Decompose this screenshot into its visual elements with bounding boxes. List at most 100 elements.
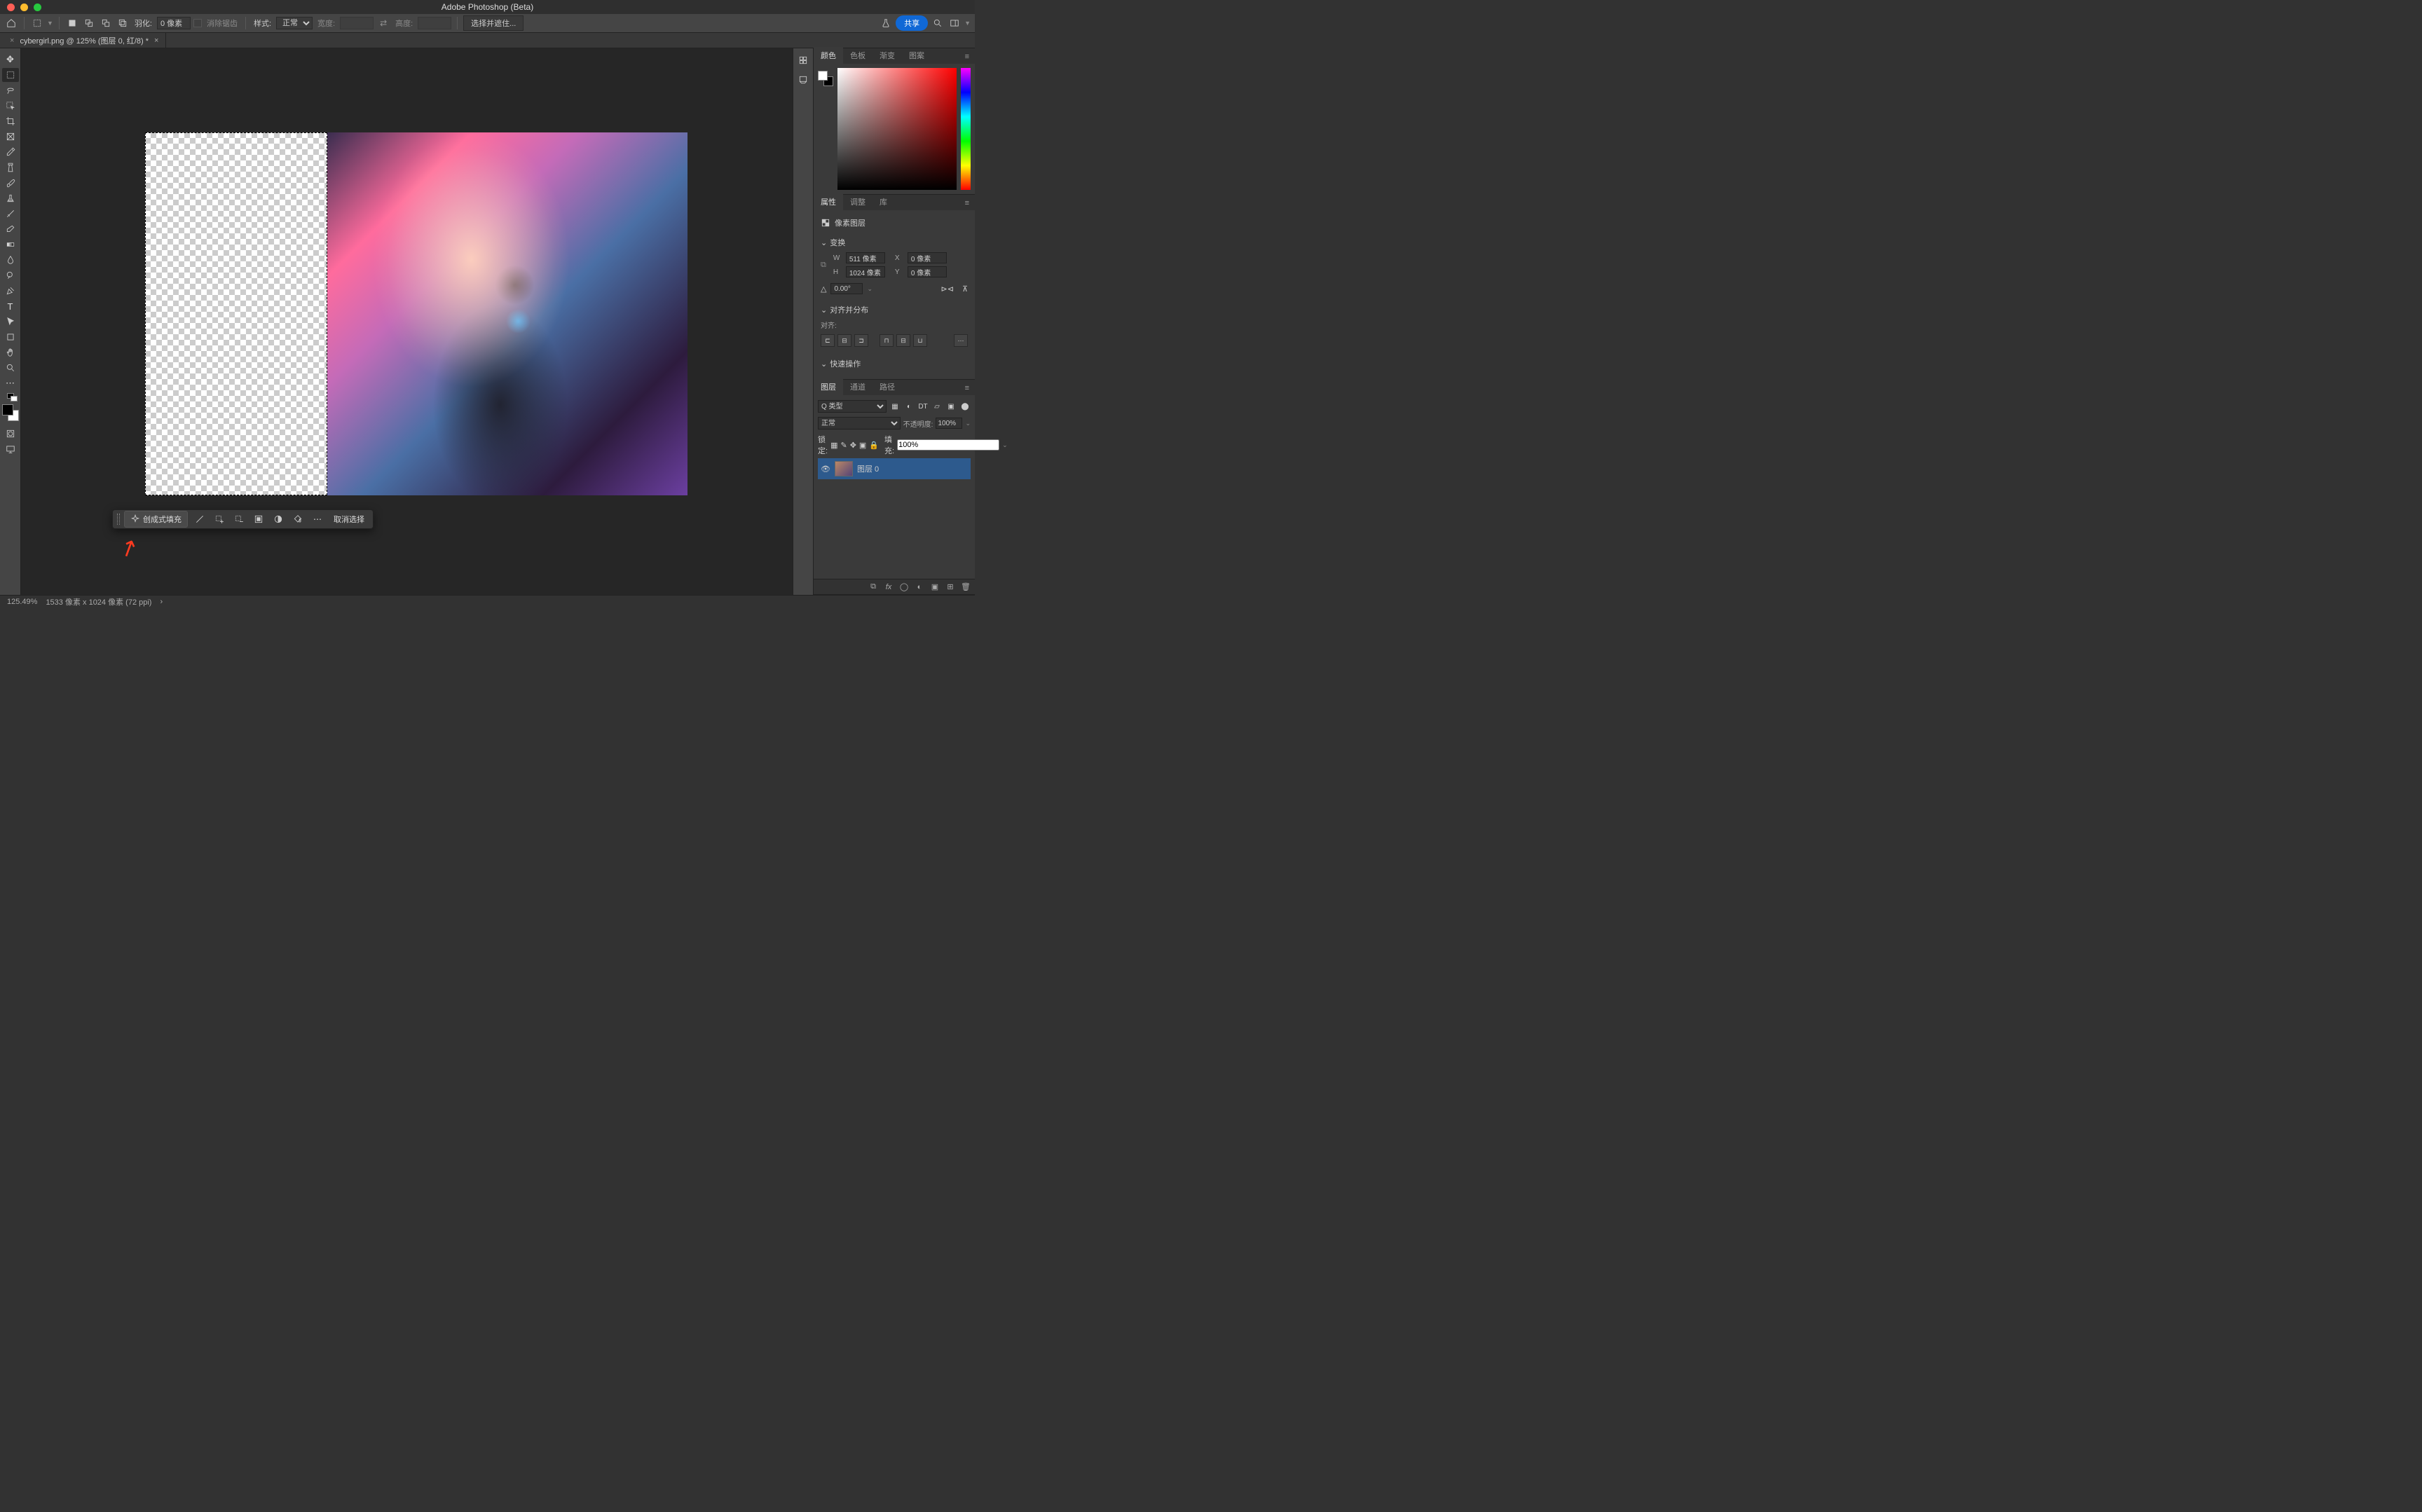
- x-field[interactable]: [908, 252, 947, 263]
- eyedropper-tool[interactable]: [2, 145, 19, 159]
- layer-mask-icon[interactable]: ◯: [899, 582, 909, 592]
- filter-adjust-icon[interactable]: ◐: [903, 401, 915, 412]
- align-hcenter[interactable]: ⊟: [837, 334, 851, 347]
- quickmask-tool[interactable]: [2, 427, 19, 441]
- minimize-window[interactable]: [20, 4, 28, 11]
- color-swatch[interactable]: [2, 404, 19, 421]
- workspace-icon[interactable]: [947, 16, 962, 30]
- selection-add-icon[interactable]: [82, 16, 96, 30]
- color-field[interactable]: [837, 68, 957, 190]
- pen-tool[interactable]: [2, 284, 19, 298]
- drag-handle[interactable]: [117, 514, 120, 525]
- filter-toggle[interactable]: ⬤: [959, 401, 971, 412]
- brush-selection-icon[interactable]: [192, 511, 207, 527]
- transform-section[interactable]: 变换: [830, 237, 845, 248]
- marquee-tool[interactable]: [2, 68, 19, 82]
- align-right[interactable]: ⊐: [854, 334, 868, 347]
- shape-tool[interactable]: [2, 330, 19, 344]
- filter-shape-icon[interactable]: ▱: [931, 401, 943, 412]
- select-and-mask-button[interactable]: 选择并遮住...: [463, 15, 524, 31]
- lock-paint-icon[interactable]: ✎: [840, 440, 847, 450]
- quick-section[interactable]: 快速操作: [830, 358, 861, 369]
- filter-type-icon[interactable]: DT: [917, 401, 929, 412]
- selection-intersect-icon[interactable]: [116, 16, 130, 30]
- lasso-tool[interactable]: [2, 83, 19, 97]
- panel-icon-2[interactable]: [797, 74, 809, 86]
- hand-tool[interactable]: [2, 345, 19, 359]
- search-icon[interactable]: [931, 16, 945, 30]
- selection-new-icon[interactable]: [65, 16, 79, 30]
- hue-slider[interactable]: [961, 68, 971, 190]
- panel-icon-1[interactable]: [797, 54, 809, 67]
- tab-swatches[interactable]: 色板: [843, 47, 873, 64]
- lock-nest-icon[interactable]: ▣: [859, 440, 866, 450]
- screenmode-tool[interactable]: [2, 442, 19, 456]
- mask-icon[interactable]: [271, 511, 286, 527]
- visibility-icon[interactable]: 👁: [821, 465, 830, 474]
- invert-selection-icon[interactable]: [251, 511, 266, 527]
- align-left[interactable]: ⊏: [821, 334, 835, 347]
- tab-color[interactable]: 颜色: [814, 47, 843, 64]
- edit-toolbar[interactable]: ⋯: [2, 376, 19, 390]
- marquee-tool-icon[interactable]: [30, 16, 44, 30]
- zoom-window[interactable]: [34, 4, 41, 11]
- cancel-selection-button[interactable]: 取消选择: [329, 514, 369, 525]
- layer-thumbnail[interactable]: [835, 461, 853, 476]
- layer-name[interactable]: 图层 0: [857, 463, 879, 474]
- link-wh-icon[interactable]: ⧉: [821, 261, 826, 270]
- lock-trans-icon[interactable]: ▦: [830, 440, 837, 450]
- status-chevron[interactable]: ›: [160, 598, 163, 606]
- new-layer-icon[interactable]: ⊞: [945, 582, 955, 592]
- adjustment-layer-icon[interactable]: ◐: [915, 582, 924, 592]
- layer-group-icon[interactable]: ▣: [930, 582, 940, 592]
- align-section[interactable]: 对齐并分布: [830, 304, 868, 315]
- blend-mode-select[interactable]: 正常: [818, 417, 901, 429]
- brush-tool[interactable]: [2, 176, 19, 190]
- generative-fill-button[interactable]: 创成式填充: [124, 511, 188, 528]
- blur-tool[interactable]: [2, 253, 19, 267]
- angle-field[interactable]: [830, 283, 863, 294]
- healing-tool[interactable]: [2, 160, 19, 174]
- type-tool[interactable]: T: [2, 299, 19, 313]
- beaker-icon[interactable]: [879, 16, 893, 30]
- tab-paths[interactable]: 路径: [873, 378, 902, 395]
- align-vcenter[interactable]: ⊟: [896, 334, 910, 347]
- tab-layers[interactable]: 图层: [814, 378, 843, 395]
- filter-smart-icon[interactable]: ▣: [945, 401, 957, 412]
- frame-tool[interactable]: [2, 130, 19, 144]
- align-more[interactable]: ⋯: [954, 334, 968, 347]
- panel-menu-icon[interactable]: ≡: [959, 50, 975, 64]
- tab-libraries[interactable]: 库: [873, 193, 894, 210]
- eraser-tool[interactable]: [2, 222, 19, 236]
- panel-menu-icon[interactable]: ≡: [959, 196, 975, 210]
- layer-fx-icon[interactable]: fx: [884, 582, 894, 592]
- zoom-level[interactable]: 125.49%: [7, 598, 37, 606]
- align-bottom[interactable]: ⊔: [913, 334, 927, 347]
- panel-menu-icon[interactable]: ≡: [959, 381, 975, 395]
- tab-channels[interactable]: 通道: [843, 378, 873, 395]
- link-layers-icon[interactable]: ⧉: [868, 582, 878, 592]
- opacity-input[interactable]: [936, 418, 962, 429]
- tab-gradients[interactable]: 渐变: [873, 47, 902, 64]
- lock-all-icon[interactable]: 🔒: [869, 440, 879, 450]
- y-field[interactable]: [908, 266, 947, 277]
- delete-layer-icon[interactable]: 🗑: [961, 582, 971, 592]
- selection-subtract-icon[interactable]: [99, 16, 113, 30]
- align-top[interactable]: ⊓: [880, 334, 894, 347]
- panel-color-swatch[interactable]: [818, 71, 833, 86]
- dodge-tool[interactable]: [2, 268, 19, 282]
- height-field[interactable]: [846, 266, 885, 277]
- close-window[interactable]: [7, 4, 15, 11]
- document-canvas[interactable]: [145, 132, 687, 495]
- gradient-tool[interactable]: [2, 238, 19, 252]
- doc-dimensions[interactable]: 1533 像素 x 1024 像素 (72 ppi): [46, 596, 151, 607]
- history-brush-tool[interactable]: [2, 207, 19, 221]
- home-icon[interactable]: [4, 16, 18, 30]
- share-button[interactable]: 共享: [896, 15, 928, 31]
- lock-pos-icon[interactable]: ✥: [850, 440, 856, 450]
- filter-pixel-icon[interactable]: ▦: [889, 401, 901, 412]
- subtract-selection-icon[interactable]: [231, 511, 247, 527]
- flip-h-icon[interactable]: ⊳⊲: [941, 284, 954, 294]
- small-swatch[interactable]: [2, 392, 19, 400]
- canvas-area[interactable]: 创成式填充 ⋯ 取消选择 ↗: [21, 48, 793, 595]
